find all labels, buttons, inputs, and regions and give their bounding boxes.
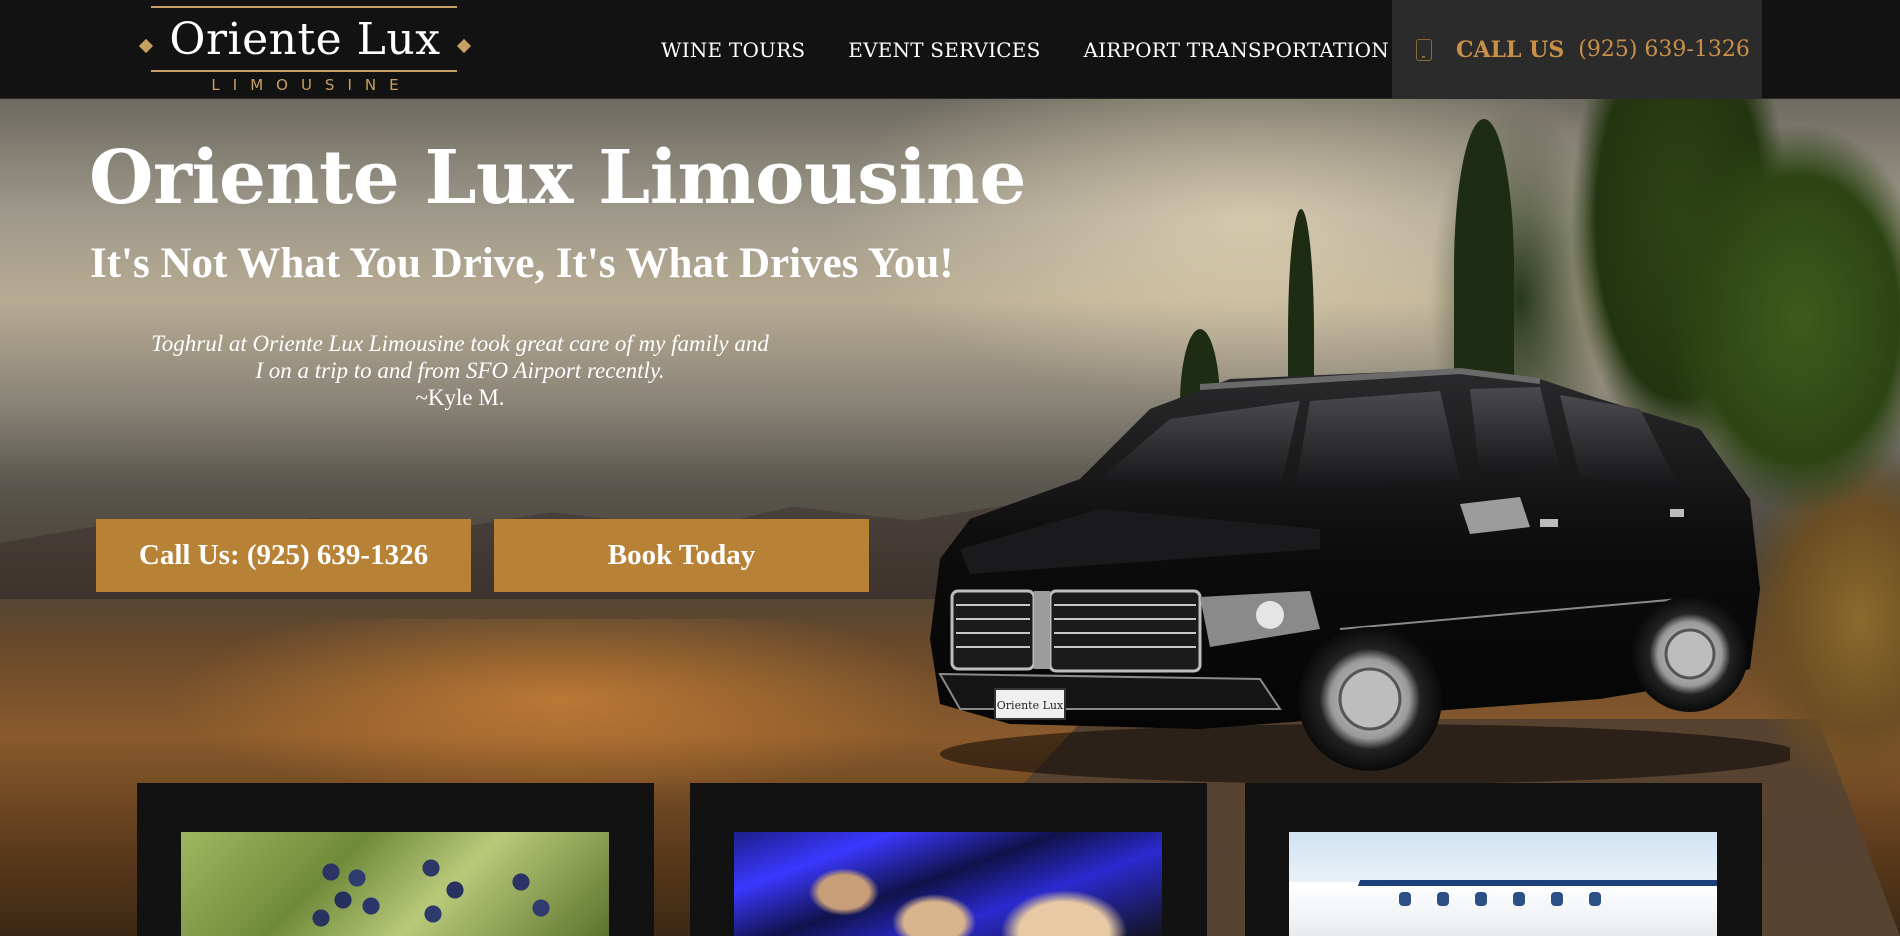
hero-section: Oriente Lux Oriente Lux Limousine It's N… bbox=[0, 99, 1900, 936]
main-nav: WINE TOURS EVENT SERVICES AIRPORT TRANSP… bbox=[640, 0, 1432, 99]
call-number[interactable]: (925) 639-1326 bbox=[1578, 37, 1750, 62]
hero-subtitle: It's Not What You Drive, It's What Drive… bbox=[90, 240, 954, 287]
call-us-button[interactable]: Call Us: (925) 639-1326 bbox=[96, 519, 471, 592]
call-label: CALL US bbox=[1456, 36, 1565, 63]
private-jet-image bbox=[1289, 832, 1717, 936]
phone-icon bbox=[1416, 38, 1432, 61]
site-logo[interactable]: Oriente Lux LIMOUSINE bbox=[138, 4, 472, 96]
service-card-wine-tours[interactable] bbox=[137, 783, 654, 936]
jet-stripe bbox=[1357, 880, 1717, 886]
vehicle-plate-text: Oriente Lux bbox=[997, 699, 1064, 712]
testimonial-quote-line: I on a trip to and from SFO Airport rece… bbox=[255, 358, 665, 383]
book-today-button[interactable]: Book Today bbox=[494, 519, 869, 592]
header-call-box[interactable]: CALL US (925) 639-1326 bbox=[1392, 0, 1762, 99]
nav-event-services[interactable]: EVENT SERVICES bbox=[848, 38, 1040, 62]
testimonial-quote-line: Toghrul at Oriente Lux Limousine took gr… bbox=[151, 331, 769, 356]
logo-wordmark: Oriente Lux bbox=[169, 14, 441, 65]
logo-rule-bottom bbox=[151, 70, 457, 72]
service-card-event-services[interactable] bbox=[690, 783, 1207, 936]
hero-title: Oriente Lux Limousine bbox=[89, 135, 1026, 221]
site-header: Oriente Lux LIMOUSINE WINE TOURS EVENT S… bbox=[0, 0, 1900, 99]
service-card-airport-transportation[interactable] bbox=[1245, 783, 1762, 936]
testimonial-author: ~Kyle M. bbox=[415, 385, 505, 410]
logo-rule-top bbox=[151, 6, 457, 8]
logo-subtitle: LIMOUSINE bbox=[211, 76, 412, 94]
testimonial: Toghrul at Oriente Lux Limousine took gr… bbox=[100, 330, 820, 411]
wine-grapes-image bbox=[181, 832, 609, 936]
nav-airport-transportation[interactable]: AIRPORT TRANSPORTATION bbox=[1084, 38, 1389, 62]
vehicle-image: Oriente Lux bbox=[930, 367, 1790, 784]
limo-party-image bbox=[734, 832, 1162, 936]
jet-windows bbox=[1399, 892, 1601, 906]
nav-wine-tours[interactable]: WINE TOURS bbox=[661, 38, 805, 62]
